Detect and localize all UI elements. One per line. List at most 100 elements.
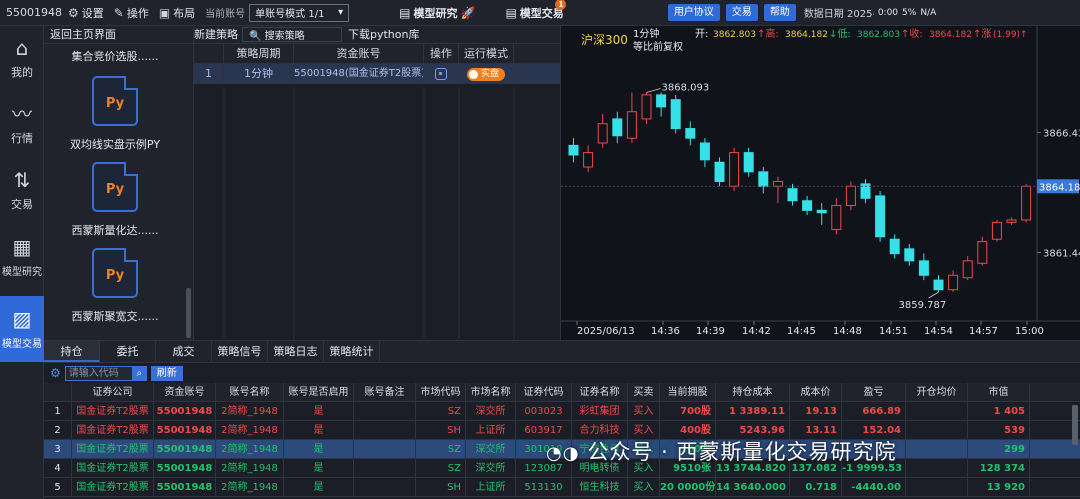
candle-down[interactable] <box>889 238 900 255</box>
table-row[interactable]: 1 国金证券T2股票 55001948 2简称_1948 是 SZ 深交所 003023 彩虹集… <box>44 402 1080 421</box>
table-cell: 买入 <box>628 402 660 420</box>
sidebar-item-trade[interactable]: ⇅ 交易 <box>0 158 44 224</box>
mode-select[interactable]: 单账号模式 1/1 ▾ <box>249 3 350 22</box>
candle-up[interactable] <box>991 221 1002 240</box>
status-item: N/A <box>920 7 937 18</box>
table-cell <box>906 421 968 439</box>
candle-down[interactable] <box>816 209 827 214</box>
search-strategy-input[interactable]: 🔍 搜索策略 <box>242 27 342 42</box>
column-header[interactable]: 当前拥股 <box>660 383 716 401</box>
sidebar-item-model-trade[interactable]: ▨ 模型交易 <box>0 296 44 362</box>
operate-button[interactable]: ✎ 操作 <box>114 5 149 21</box>
column-header[interactable]: 市值 <box>968 383 1030 401</box>
candle-down[interactable] <box>743 152 754 173</box>
candle-down[interactable] <box>699 142 710 161</box>
candle-down[interactable] <box>670 99 681 130</box>
column-header[interactable]: 市场名称 <box>466 383 516 401</box>
column-header[interactable]: 证券代码 <box>516 383 572 401</box>
candle-down[interactable] <box>685 128 696 139</box>
table-row[interactable]: 5 国金证券T2股票 55001948 2简称_1948 是 SH 上证所 513130 恒生科… <box>44 478 1080 497</box>
rocket-icon: 🚀 <box>460 5 476 20</box>
candle-down[interactable] <box>802 200 813 211</box>
strategy-item[interactable]: Py 西蒙斯聚宽交...... <box>44 248 186 324</box>
column-header[interactable]: 买卖 <box>628 383 660 401</box>
back-home-button[interactable]: 返回主页界面 <box>50 26 116 43</box>
strategy-item[interactable]: 集合竞价选股...... <box>44 48 186 64</box>
run-mode-toggle[interactable]: 实盘 <box>466 67 505 81</box>
candle-down[interactable] <box>656 94 667 108</box>
high-annotation-line <box>646 88 661 93</box>
candle-up[interactable] <box>831 205 842 231</box>
candle-down[interactable] <box>758 171 769 187</box>
scrollbar[interactable] <box>1072 405 1078 445</box>
candle-up[interactable] <box>845 185 856 207</box>
table-cell: 55001948 <box>154 478 216 496</box>
gear-icon[interactable]: ⚙ <box>50 366 61 380</box>
table-cell: 4 <box>44 459 72 477</box>
table-gridlines <box>223 88 515 338</box>
candle-down[interactable] <box>787 188 798 202</box>
column-header[interactable]: 账号是否启用 <box>284 383 354 401</box>
tab-logs[interactable]: 策略日志 <box>268 341 324 362</box>
sidebar-item-mine[interactable]: ⌂ 我的 <box>0 26 44 92</box>
strategy-item[interactable]: Py 西蒙斯量化达...... <box>44 162 186 238</box>
tab-orders[interactable]: 委托 <box>100 341 156 362</box>
column-header[interactable]: 开仓均价 <box>906 383 968 401</box>
settings-button[interactable]: ⚙ 设置 <box>68 5 104 21</box>
column-header[interactable]: 账号名称 <box>216 383 284 401</box>
tab-signals[interactable]: 策略信号 <box>212 341 268 362</box>
column-header[interactable]: 证券名称 <box>572 383 628 401</box>
candle-down[interactable] <box>612 118 623 137</box>
candle-up[interactable] <box>729 152 740 187</box>
scrollbar[interactable] <box>186 288 191 338</box>
tab-positions[interactable]: 持仓 <box>44 341 100 362</box>
sidebar-item-quotes[interactable]: 〰 行情 <box>0 92 44 158</box>
help-button[interactable]: 帮助 <box>763 4 796 21</box>
trade-button[interactable]: 交易 <box>725 4 758 21</box>
column-header[interactable]: 成本价 <box>790 383 842 401</box>
model-trade-menu[interactable]: ▤ 模型交易 1 <box>505 0 567 21</box>
sidebar-item-model-research[interactable]: ▦ 模型研究 <box>0 224 44 290</box>
candle-up[interactable] <box>641 94 652 120</box>
refresh-button[interactable]: 刷新 <box>150 365 183 381</box>
candle-down[interactable] <box>875 195 886 238</box>
code-search-input[interactable]: 请输入代码 ⌕ <box>64 365 147 381</box>
candle-up[interactable] <box>597 123 608 144</box>
candle-down[interactable] <box>933 279 944 291</box>
column-header[interactable]: 证券公司 <box>72 383 154 401</box>
stop-button[interactable] <box>435 68 447 80</box>
candle-up[interactable] <box>772 180 783 187</box>
candle-up[interactable] <box>1006 219 1017 223</box>
candle-up[interactable] <box>962 260 973 279</box>
column-header[interactable]: 市场代码 <box>416 383 466 401</box>
candle-up[interactable] <box>1021 185 1032 221</box>
table-cell: 0.718 <box>790 478 842 496</box>
kline-chart[interactable]: 3866.432 3861.448 3868.093 3859.787 3864.182… <box>561 26 1080 340</box>
model-research-menu[interactable]: ▤ 模型研究 🚀 <box>399 5 475 21</box>
candle-up[interactable] <box>948 274 959 291</box>
tab-deals[interactable]: 成交 <box>156 341 212 362</box>
user-agreement-button[interactable]: 用户协议 <box>667 4 720 21</box>
download-python-button[interactable]: 下载python库 <box>342 26 425 43</box>
candle-down[interactable] <box>714 161 725 182</box>
candle-down[interactable] <box>904 248 915 262</box>
table-cell: SH <box>416 478 466 496</box>
strategy-item[interactable]: Py 双均线实盘示例PY <box>44 76 186 152</box>
candle-down[interactable] <box>568 144 579 156</box>
close-label: ↑收: <box>901 27 923 40</box>
column-header[interactable]: 盈亏 <box>842 383 906 401</box>
table-row[interactable]: 1 1分钟 55001948(国金证券T2股票) 实盘 <box>194 64 560 84</box>
tab-stats[interactable]: 策略统计 <box>324 341 380 362</box>
candle-up[interactable] <box>583 152 594 168</box>
new-strategy-tab[interactable]: 新建策略交易 <box>194 26 242 59</box>
layout-button[interactable]: ▣ 布局 <box>159 5 195 21</box>
column-header[interactable] <box>44 383 72 401</box>
candle-up[interactable] <box>977 241 988 264</box>
candle-down[interactable] <box>918 260 929 276</box>
kline-chart-panel[interactable]: 3866.432 3861.448 3868.093 3859.787 3864.182… <box>560 26 1080 340</box>
candle-up[interactable] <box>626 111 637 139</box>
search-icon[interactable]: ⌕ <box>131 365 147 381</box>
column-header[interactable]: 持仓成本 <box>716 383 790 401</box>
column-header[interactable]: 资金账号 <box>154 383 216 401</box>
column-header[interactable]: 账号备注 <box>354 383 416 401</box>
